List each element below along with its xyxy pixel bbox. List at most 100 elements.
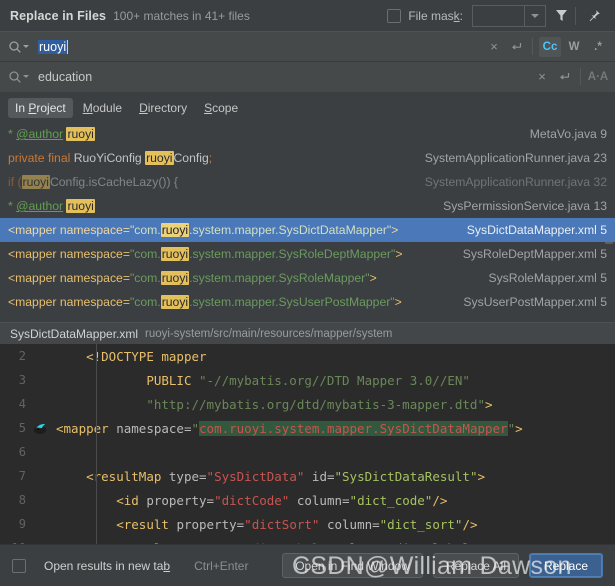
- code-preview[interactable]: 2 <!DOCTYPE mapper 3 PUBLIC "-//mybatis.o…: [0, 344, 615, 544]
- file-mask-combobox[interactable]: [472, 4, 546, 27]
- search-field-row[interactable]: ruoyi × Cc W .*: [0, 31, 615, 62]
- search-input[interactable]: ruoyi: [38, 39, 484, 54]
- table-row[interactable]: if (ruoyiConfig.isCacheLazy()) {SystemAp…: [0, 170, 615, 194]
- replace-input[interactable]: education: [38, 70, 532, 84]
- chevron-down-icon: [531, 13, 539, 18]
- result-code-snippet: if (ruoyiConfig.isCacheLazy()) {: [8, 175, 413, 189]
- code-token: if (: [8, 175, 22, 189]
- replace-field-row[interactable]: education × A·A: [0, 62, 615, 92]
- table-row[interactable]: <mapper namespace="com.ruoyi.system.mapp…: [0, 242, 615, 266]
- line-number: 9: [18, 517, 26, 531]
- filter-icon[interactable]: [550, 5, 572, 27]
- code-token: .system.mapper.SysUserPostMapper": [189, 295, 395, 309]
- search-results-list[interactable]: * @author ruoyi MetaVo.java 9 private fina…: [0, 122, 615, 322]
- code-token: />: [462, 516, 478, 532]
- table-row[interactable]: private final RuoYiConfig ruoyiConfig; Sy…: [0, 146, 615, 170]
- code-token: "-//mybatis.org//DTD Mapper 3.0//EN": [199, 372, 470, 388]
- code-token: "com.: [129, 271, 161, 285]
- code-token: ": [191, 420, 200, 436]
- replace-button[interactable]: Replace: [529, 553, 603, 578]
- preview-file-path: ruoyi-system/src/main/resources/mapper/s…: [145, 327, 393, 340]
- result-file-location: SysUserPostMapper.xml 5: [463, 295, 607, 309]
- table-row[interactable]: * @author ruoyi SysPermissionService.java…: [0, 194, 615, 218]
- code-token: type=: [168, 468, 207, 484]
- pin-icon[interactable]: [583, 5, 605, 27]
- code-token: property=: [146, 492, 215, 508]
- code-line: 7 <resultMap type="SysDictData" id="SysD…: [0, 464, 615, 488]
- tab-in-project[interactable]: In Project: [8, 98, 73, 118]
- code-token: "com.: [129, 295, 161, 309]
- code-token: column=: [319, 516, 380, 532]
- table-row[interactable]: <mapper namespace="com.ruoyi.system.mapp…: [0, 218, 615, 242]
- code-token: "dict_sort": [379, 516, 463, 532]
- code-token: <!DOCTYPE mapper: [86, 348, 207, 364]
- replace-history-caret-icon[interactable]: [23, 75, 29, 78]
- preview-match-highlight: com.ruoyi.system.mapper.SysDictDataMappe…: [199, 420, 508, 436]
- replace-all-button[interactable]: Replace All: [432, 553, 519, 578]
- open-results-new-tab-label: Open results in new tab: [44, 558, 171, 573]
- replace-search-icon: [8, 70, 29, 84]
- line-number: 8: [18, 493, 26, 507]
- table-row[interactable]: <mapper namespace="com.ruoyi.system.mapp…: [0, 266, 615, 290]
- search-input-value: ruoyi: [38, 39, 68, 54]
- result-code-snippet: * @author ruoyi: [8, 199, 431, 213]
- line-number: 2: [18, 349, 26, 363]
- result-code-snippet: <mapper namespace="com.ruoyi.system.mapp…: [8, 295, 451, 309]
- open-in-find-window-button[interactable]: Open in Find Window: [282, 553, 423, 578]
- tab-scope[interactable]: Scope: [197, 98, 245, 118]
- search-toggle-divider: [532, 38, 533, 55]
- match-highlight: ruoyi: [160, 223, 190, 237]
- scope-tabs: In Project Module Directory Scope: [0, 92, 615, 122]
- replace-input-value: education: [38, 69, 93, 84]
- code-token: property=: [176, 516, 245, 532]
- clear-search-icon[interactable]: ×: [484, 37, 504, 57]
- result-code-snippet: <mapper namespace="com.ruoyi.system.mapp…: [8, 223, 455, 237]
- file-mask-group: File mask:: [387, 4, 546, 27]
- code-line: 6: [0, 440, 615, 464]
- clear-replace-icon[interactable]: ×: [532, 67, 552, 87]
- mybatis-icon[interactable]: [30, 421, 52, 435]
- code-token: PUBLIC: [146, 372, 199, 388]
- result-file-location: SysDictDataMapper.xml 5: [466, 223, 607, 237]
- code-token: *: [8, 199, 17, 213]
- code-line-text: <resultMap type="SysDictData" id="SysDic…: [52, 469, 615, 484]
- result-code-snippet: * @author ruoyi: [8, 127, 518, 141]
- match-highlight: ruoyi: [66, 199, 95, 213]
- match-highlight: ruoyi: [145, 151, 174, 165]
- words-toggle[interactable]: W: [563, 37, 585, 57]
- replace-history-icon[interactable]: [554, 67, 574, 87]
- code-token: >: [391, 223, 399, 237]
- result-file-location: SysRoleDeptMapper.xml 5: [462, 247, 607, 261]
- open-results-new-tab-checkbox[interactable]: [12, 558, 26, 573]
- file-mask-checkbox[interactable]: [387, 8, 402, 23]
- match-highlight: ruoyi: [160, 271, 190, 285]
- code-line: 10 <result property="dictLabel" column="…: [0, 536, 615, 545]
- dialog-header: Replace in Files 100+ matches in 41+ fil…: [0, 0, 615, 31]
- preserve-case-toggle[interactable]: A·A: [587, 67, 609, 87]
- code-token: .system.mapper.SysRoleMapper": [189, 271, 370, 285]
- table-row[interactable]: <mapper namespace="com.ruoyi.system.mapp…: [0, 290, 615, 314]
- file-mask-dropdown-button[interactable]: [524, 5, 545, 26]
- code-line: 4 "http://mybatis.org/dtd/mybatis-3-mapp…: [0, 392, 615, 416]
- search-history-caret-icon[interactable]: [23, 45, 29, 48]
- code-token: @author: [16, 199, 64, 213]
- regex-toggle[interactable]: .*: [587, 37, 609, 57]
- result-file-location: SysRoleMapper.xml 5: [488, 271, 607, 285]
- match-case-toggle[interactable]: Cc: [539, 36, 561, 57]
- tab-directory[interactable]: Directory: [132, 98, 194, 118]
- table-row[interactable]: * @author ruoyi MetaVo.java 9: [0, 122, 615, 146]
- search-history-icon[interactable]: [506, 37, 526, 57]
- file-mask-input[interactable]: [473, 6, 524, 26]
- replace-actions: × A·A: [532, 67, 609, 87]
- result-code-snippet: <mapper namespace="com.ruoyi.system.mapp…: [8, 271, 476, 285]
- code-line: 5 <mapper namespace="com.ruoyi.system.map…: [0, 416, 615, 440]
- code-line: 8 <id property="dictCode" column="dict_c…: [0, 488, 615, 512]
- tab-module[interactable]: Module: [76, 98, 129, 118]
- code-token: Config: [173, 151, 209, 165]
- code-line-text: <!DOCTYPE mapper: [52, 349, 615, 364]
- code-line: 2 <!DOCTYPE mapper: [0, 344, 615, 368]
- result-file-location: MetaVo.java 9: [529, 127, 607, 141]
